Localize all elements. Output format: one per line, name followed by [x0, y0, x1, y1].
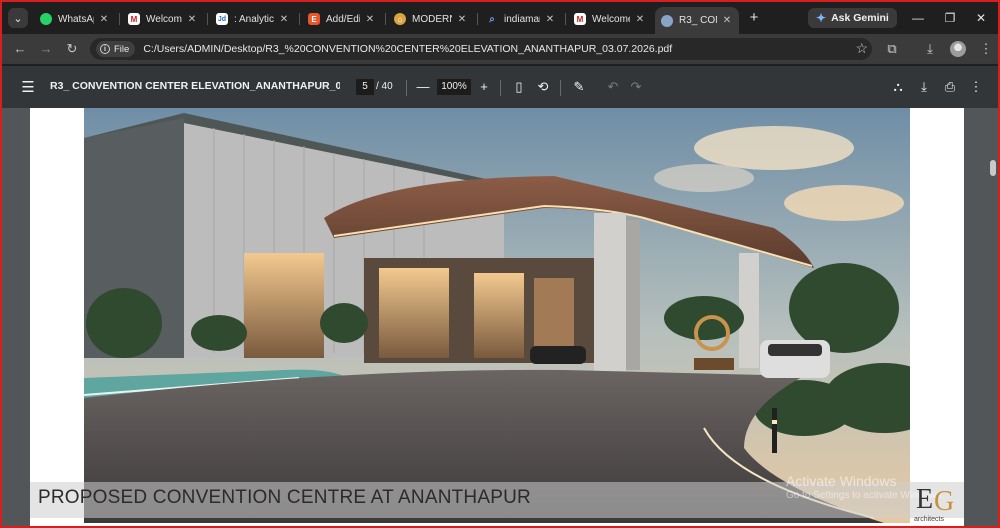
- zoom-out-button[interactable]: —: [414, 77, 432, 97]
- bookmark-star-icon[interactable]: ☆: [855, 40, 868, 57]
- tab-divider: [207, 13, 208, 25]
- tab-indiamart[interactable]: ⌕ indiamart ✕: [480, 7, 562, 31]
- tab-close-button[interactable]: ✕: [98, 14, 110, 25]
- tab-analytics[interactable]: Jd : Analytic ✕: [210, 7, 296, 31]
- redo-icon[interactable]: ↷: [627, 77, 645, 97]
- info-icon: i: [100, 44, 110, 54]
- house-icon: ⌂: [394, 13, 406, 25]
- page-number-input[interactable]: 5: [356, 79, 374, 95]
- forward-button[interactable]: →: [36, 39, 56, 59]
- whatsapp-icon: [40, 13, 52, 25]
- pdf-viewer[interactable]: PROPOSED CONVENTION CENTRE AT ANANTHAPUR…: [2, 108, 998, 526]
- download-pdf-icon[interactable]: ⤓: [915, 77, 933, 97]
- minimize-button[interactable]: —: [908, 8, 928, 28]
- gmail-icon: M: [128, 13, 140, 25]
- building-rendering-image: [84, 108, 910, 523]
- page-total: / 40: [376, 81, 393, 92]
- tab-close-button[interactable]: ✕: [278, 14, 290, 25]
- fit-page-icon[interactable]: ▯: [510, 77, 528, 97]
- svg-text:E: E: [916, 484, 933, 515]
- gmail-icon: M: [574, 13, 586, 25]
- print-icon[interactable]: ⎙: [941, 77, 959, 97]
- tab-divider: [385, 13, 386, 25]
- tab-divider: [119, 13, 120, 25]
- tab-r3-convention-active[interactable]: R3_ CON ✕: [655, 7, 739, 34]
- chevron-down-icon: ⌄: [13, 12, 23, 25]
- download-icon[interactable]: ⤓: [920, 39, 940, 59]
- pdf-toolbar: ☰ R3_ CONVENTION CENTER ELEVATION_ANANTH…: [2, 66, 998, 108]
- pdf-page: PROPOSED CONVENTION CENTRE AT ANANTHAPUR…: [30, 108, 964, 526]
- tab-close-button[interactable]: ✕: [721, 15, 733, 26]
- tab-add-edit[interactable]: E Add/Edit ✕: [302, 7, 382, 31]
- tab-strip: ⌄ WhatsApp ✕ M Welcome ✕ Jd : Analytic ✕…: [2, 2, 998, 34]
- tab-close-button[interactable]: ✕: [456, 14, 468, 25]
- zoom-in-button[interactable]: +: [475, 77, 493, 97]
- close-window-button[interactable]: ✕: [971, 8, 991, 28]
- ask-gemini-button[interactable]: ✦ Ask Gemini: [808, 8, 897, 28]
- ed-icon: E: [308, 13, 320, 25]
- reload-button[interactable]: ↻: [62, 39, 82, 59]
- site-info-chip[interactable]: i File: [96, 41, 136, 57]
- tab-divider: [477, 13, 478, 25]
- tab-welcome-2[interactable]: M Welcome ✕: [568, 7, 652, 31]
- tab-close-button[interactable]: ✕: [544, 14, 556, 25]
- pdf-more-options-icon[interactable]: ⋮: [967, 77, 985, 97]
- tab-whatsapp[interactable]: WhatsApp ✕: [34, 7, 116, 31]
- tab-close-button[interactable]: ✕: [364, 14, 376, 25]
- svg-text:architects: architects: [914, 516, 944, 523]
- undo-icon[interactable]: ↶: [604, 77, 622, 97]
- save-to-drive-icon[interactable]: ⛬: [889, 77, 907, 97]
- hamburger-menu-icon[interactable]: ☰: [19, 78, 37, 96]
- architect-logo: E G architects: [914, 484, 954, 523]
- arrow-right-icon: →: [39, 41, 53, 56]
- tab-close-button[interactable]: ✕: [186, 14, 198, 25]
- browser-toolbar: ← → ↻ i File C:/Users/ADMIN/Desktop/R3_%…: [2, 34, 998, 64]
- browser-window: ⌄ WhatsApp ✕ M Welcome ✕ Jd : Analytic ✕…: [0, 0, 1000, 528]
- tab-search-button[interactable]: ⌄: [8, 8, 28, 28]
- activate-windows-title: Activate Windows: [786, 473, 897, 489]
- tab-divider: [565, 13, 566, 25]
- pdf-title: R3_ CONVENTION CENTER ELEVATION_ANANTHAP…: [50, 80, 340, 92]
- arrow-left-icon: ←: [13, 41, 27, 56]
- tab-divider: [299, 13, 300, 25]
- toolbar-divider: [500, 80, 501, 96]
- annotate-pen-icon[interactable]: ✎: [570, 77, 588, 97]
- maximize-button[interactable]: ❐: [940, 8, 960, 28]
- rotate-icon[interactable]: ⟲: [534, 77, 552, 97]
- toolbar-divider: [406, 80, 407, 96]
- svg-text:G: G: [934, 486, 954, 517]
- gemini-sparkle-icon: ✦: [816, 11, 827, 25]
- search-icon: ⌕: [489, 13, 495, 25]
- extensions-icon[interactable]: ⧉: [882, 39, 902, 59]
- address-bar[interactable]: i File C:/Users/ADMIN/Desktop/R3_%20CONV…: [90, 38, 872, 60]
- tab-welcome-1[interactable]: M Welcome ✕: [122, 7, 204, 31]
- toolbar-divider: [560, 80, 561, 96]
- zoom-input[interactable]: 100%: [437, 79, 471, 95]
- profile-avatar[interactable]: [950, 41, 966, 57]
- document-caption: PROPOSED CONVENTION CENTRE AT ANANTHAPUR: [38, 487, 531, 508]
- globe-icon: [661, 14, 673, 27]
- url-text[interactable]: C:/Users/ADMIN/Desktop/R3_%20CONVENTION%…: [143, 43, 672, 55]
- jd-icon: Jd: [216, 13, 228, 25]
- tab-close-button[interactable]: ✕: [634, 14, 646, 25]
- reload-icon: ↻: [66, 41, 78, 56]
- tab-modern[interactable]: ⌂ MODERN ✕: [388, 7, 474, 31]
- scrollbar-thumb[interactable]: [990, 160, 996, 176]
- scrollbar[interactable]: [986, 108, 998, 526]
- more-menu-icon[interactable]: ⋮: [976, 39, 996, 59]
- new-tab-button[interactable]: +: [745, 9, 763, 26]
- back-button[interactable]: ←: [10, 39, 30, 59]
